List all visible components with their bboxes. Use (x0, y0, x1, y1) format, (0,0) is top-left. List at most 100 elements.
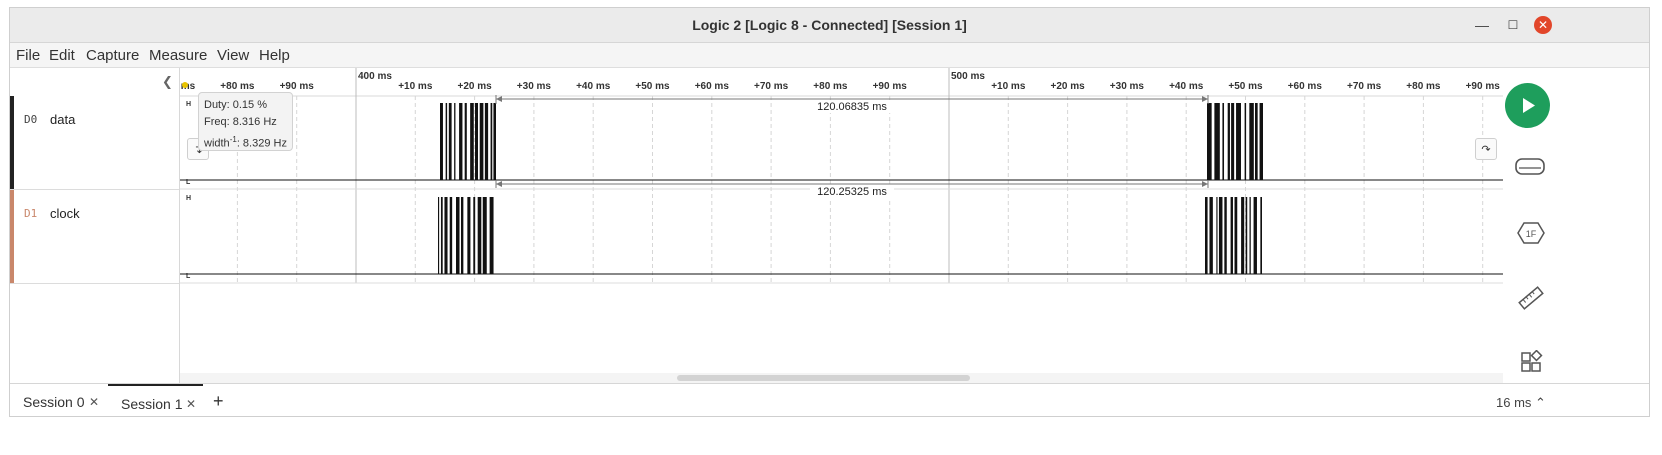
channel-name[interactable]: clock (50, 206, 80, 221)
d0-high-label: H (186, 101, 191, 108)
play-icon (1523, 98, 1535, 113)
cursor-marker-icon[interactable] (182, 82, 188, 88)
timeline-tick-label: +40 ms (1169, 81, 1204, 92)
pulse (479, 103, 484, 180)
close-tab-icon[interactable]: ✕ (186, 397, 196, 411)
measurement-tooltip: Duty: 0.15 % Freq: 8.316 Hz width-1: 8.3… (198, 92, 293, 151)
app-window: Logic 2 [Logic 8 - Connected] [Session 1… (9, 7, 1650, 417)
timeline-tick-label: +80 ms (813, 81, 848, 92)
timeline-tick-label: +60 ms (695, 81, 730, 92)
channel-color-bar (10, 96, 14, 189)
pulse (473, 197, 476, 274)
pulse (1207, 103, 1212, 180)
jump-next-edge-icon[interactable]: ↷ (1475, 138, 1497, 160)
minimize-icon[interactable]: — (1473, 16, 1491, 34)
data-span-measurement[interactable]: 120.06835 ms (495, 95, 1209, 113)
device-icon[interactable] (1513, 155, 1547, 179)
timeline-tick-label: +50 ms (635, 81, 670, 92)
pulse (449, 197, 453, 274)
pulse (1227, 103, 1230, 180)
zoom-level[interactable]: 16 ms ⌃ (1496, 395, 1546, 411)
pulse (445, 103, 448, 180)
menu-measure[interactable]: Measure (149, 47, 207, 64)
timeline-tick-label: +10 ms (398, 81, 433, 92)
timeline-tick-label: +20 ms (457, 81, 492, 92)
pulse (482, 197, 487, 274)
channel-row-d1[interactable]: D1 clock (10, 190, 179, 284)
clock-span-label: 120.25325 ms (817, 186, 887, 198)
extensions-icon[interactable] (1519, 350, 1543, 374)
title-bar: Logic 2 [Logic 8 - Connected] [Session 1… (10, 8, 1649, 43)
pulse (467, 197, 471, 274)
d1-high-label: H (186, 195, 191, 202)
timeline-tick-label: +80 ms (1406, 81, 1441, 92)
pulse (1260, 197, 1262, 274)
maximize-icon[interactable]: ☐ (1504, 16, 1522, 34)
d0-waveform[interactable] (440, 103, 1263, 180)
close-icon[interactable]: ✕ (1534, 16, 1552, 34)
pulse (490, 103, 493, 180)
timeline-tick-label: +90 ms (1466, 81, 1501, 92)
channel-id: D0 (24, 113, 38, 126)
channel-id: D1 (24, 207, 38, 220)
timeline-tick-label: +40 ms (576, 81, 611, 92)
tooltip-width: width-1: 8.329 Hz (204, 131, 287, 153)
start-capture-button[interactable] (1505, 83, 1550, 128)
tab-label: Session 1 (121, 396, 183, 412)
tab-session-0[interactable]: Session 0 ✕ (10, 384, 108, 416)
scrollbar-thumb[interactable] (677, 375, 970, 381)
pulse (493, 103, 496, 180)
timeline-tick-label: +10 ms (991, 81, 1026, 92)
pulse (444, 197, 448, 274)
tooltip-width-prefix: width (204, 137, 230, 150)
svg-text:1F: 1F (1526, 229, 1537, 239)
pulse (1241, 197, 1245, 274)
pulse (456, 197, 460, 274)
pulse (1224, 197, 1227, 274)
menu-view[interactable]: View (217, 47, 249, 64)
pulse (1216, 197, 1218, 274)
pulse (454, 103, 456, 180)
timeline-tick-label: +70 ms (180, 81, 196, 92)
timeline-tick-label: +70 ms (754, 81, 789, 92)
tab-session-1[interactable]: Session 1 ✕ (108, 384, 203, 416)
pulse (438, 197, 440, 274)
window-title: Logic 2 [Logic 8 - Connected] [Session 1… (692, 17, 967, 33)
session-tab-bar: Session 0 ✕ Session 1 ✕ + 16 ms ⌃ (10, 383, 1649, 416)
channel-sidebar: ❮ D0 data D1 clock (10, 68, 180, 383)
pulse (484, 103, 489, 180)
menu-edit[interactable]: Edit (49, 47, 75, 64)
timeline-tick-label: +50 ms (1228, 81, 1263, 92)
timeline-major-label: 500 ms (951, 71, 985, 82)
waveform-plot[interactable]: +70 ms +80 ms +90 ms +10 ms +20 ms +30 ms +40 … (180, 68, 1503, 373)
pulse (1205, 197, 1208, 274)
tab-label: Session 0 (23, 394, 85, 410)
tooltip-freq: Freq: 8.316 Hz (204, 116, 277, 128)
channel-row-d0[interactable]: D0 data (10, 96, 179, 190)
menu-bar: File Edit Capture Measure View Help (10, 43, 1649, 68)
timeline-tick-label: +20 ms (1050, 81, 1085, 92)
menu-file[interactable]: File (16, 47, 40, 64)
ruler-icon[interactable] (1518, 285, 1544, 311)
pulse (1249, 103, 1254, 180)
menu-capture[interactable]: Capture (86, 47, 139, 64)
timeline-tick-label: +60 ms (1288, 81, 1323, 92)
timeline-tick-label: +70 ms (1347, 81, 1382, 92)
pulse (1214, 103, 1220, 180)
pulse (464, 103, 467, 180)
analyzer-1f-icon[interactable]: 1F (1516, 220, 1546, 246)
pulse (470, 103, 474, 180)
pulse (1222, 103, 1225, 180)
close-tab-icon[interactable]: ✕ (89, 395, 99, 409)
horizontal-scrollbar[interactable] (180, 373, 1503, 383)
collapse-sidebar-icon[interactable]: ❮ (162, 74, 173, 90)
pulse (459, 103, 463, 180)
timeline-tick-label: +90 ms (280, 81, 315, 92)
menu-help[interactable]: Help (259, 47, 290, 64)
pulse (1244, 103, 1247, 180)
tooltip-duty: Duty: 0.15 % (204, 99, 267, 111)
add-tab-button[interactable]: + (213, 391, 224, 412)
tooltip-width-exponent: -1 (229, 135, 237, 144)
d1-waveform[interactable] (438, 197, 1262, 274)
channel-name[interactable]: data (50, 112, 75, 127)
